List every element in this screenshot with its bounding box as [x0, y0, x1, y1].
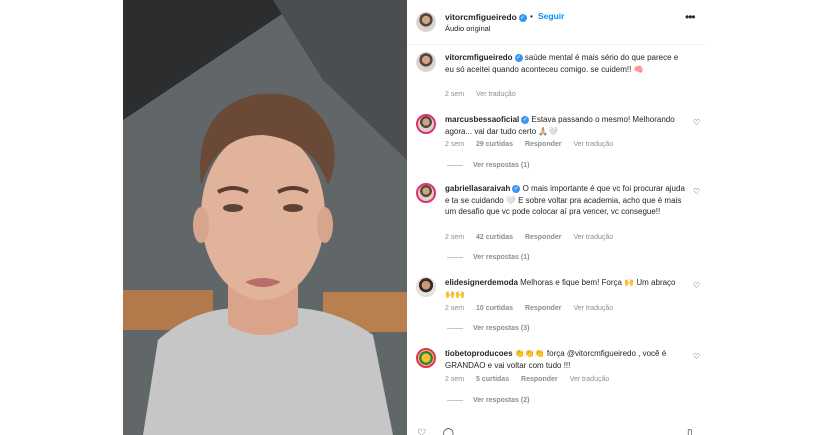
comment-meta: 2 sem 42 curtidas Responder Ver tradução	[445, 234, 623, 241]
comment-text: gabriellasaraivah ✓ O mais importante é q…	[445, 183, 685, 218]
comment-meta: 2 sem 29 curtidas Responder Ver tradução	[445, 141, 623, 148]
comment-translate[interactable]: Ver tradução	[573, 234, 613, 241]
comment-avatar[interactable]	[416, 348, 436, 368]
comment-username[interactable]: elidesignerdemoda	[445, 278, 518, 287]
comment-time[interactable]: 2 sem	[445, 141, 464, 148]
caption-meta: 2 sem Ver tradução	[445, 91, 526, 98]
view-replies-button[interactable]: Ver respostas (1)	[447, 162, 529, 169]
follow-button[interactable]: Seguir	[538, 11, 564, 21]
post-header: vitorcmfigueiredo ✓ • Seguir Áudio origin…	[407, 0, 705, 45]
reel-video[interactable]	[123, 0, 407, 435]
like-comment-heart-icon[interactable]: ♡	[693, 352, 700, 361]
view-replies-button[interactable]: Ver respostas (2)	[447, 397, 529, 404]
replies-line	[447, 164, 463, 166]
comment-translate[interactable]: Ver tradução	[573, 141, 613, 148]
caption-time[interactable]: 2 sem	[445, 91, 464, 98]
post-actions: ♡ ◯ ▯	[417, 428, 693, 435]
heart-icon[interactable]: ♡	[417, 428, 426, 435]
comment-text: elidesignerdemoda Melhoras e fique bem! …	[445, 277, 685, 300]
comment-username[interactable]: marcusbessaoficial	[445, 115, 519, 124]
comment-time[interactable]: 2 sem	[445, 305, 464, 312]
video-frame-image	[123, 0, 407, 435]
comment-avatar[interactable]	[416, 277, 436, 297]
comment-avatar[interactable]	[416, 183, 436, 203]
replies-line	[447, 256, 463, 258]
author-username[interactable]: vitorcmfigueiredo ✓	[445, 12, 527, 22]
caption-username[interactable]: vitorcmfigueiredo	[445, 53, 513, 62]
like-comment-heart-icon[interactable]: ♡	[693, 281, 700, 290]
more-options-icon[interactable]: •••	[685, 10, 696, 24]
audio-label[interactable]: Áudio original	[445, 24, 490, 33]
reply-button[interactable]: Responder	[525, 305, 562, 312]
comment-likes[interactable]: 42 curtidas	[476, 234, 513, 241]
comment-time[interactable]: 2 sem	[445, 376, 464, 383]
separator-dot: •	[530, 11, 533, 21]
comment-meta: 2 sem 5 curtidas Responder Ver tradução	[445, 376, 619, 383]
comment-username[interactable]: tiobetoproducoes	[445, 349, 513, 358]
author-avatar[interactable]	[416, 12, 436, 32]
reply-button[interactable]: Responder	[525, 141, 562, 148]
comment-likes[interactable]: 10 curtidas	[476, 305, 513, 312]
comment-meta: 2 sem 10 curtidas Responder Ver tradução	[445, 305, 623, 312]
comment-text: tiobetoproducoes 👏👏👏 força @vitorcmfigue…	[445, 348, 685, 371]
comments-panel: vitorcmfigueiredo ✓ • Seguir Áudio origin…	[407, 0, 705, 435]
comment-avatar[interactable]	[416, 114, 436, 134]
comment-translate[interactable]: Ver tradução	[570, 376, 610, 383]
comment-translate[interactable]: Ver tradução	[573, 305, 613, 312]
like-comment-heart-icon[interactable]: ♡	[693, 118, 700, 127]
replies-line	[447, 399, 463, 401]
reply-button[interactable]: Responder	[525, 234, 562, 241]
view-replies-label[interactable]: Ver respostas (3)	[473, 325, 529, 332]
caption-avatar[interactable]	[416, 52, 436, 72]
comment-text: marcusbessaoficial ✓ Estava passando o me…	[445, 114, 685, 137]
author-username-text[interactable]: vitorcmfigueiredo	[445, 12, 517, 22]
view-replies-label[interactable]: Ver respostas (1)	[473, 254, 529, 261]
comment-time[interactable]: 2 sem	[445, 234, 464, 241]
caption-translate[interactable]: Ver tradução	[476, 91, 516, 98]
replies-line	[447, 327, 463, 329]
view-replies-label[interactable]: Ver respostas (1)	[473, 162, 529, 169]
verified-icon: ✓	[514, 53, 523, 62]
view-replies-label[interactable]: Ver respostas (2)	[473, 397, 529, 404]
view-replies-button[interactable]: Ver respostas (1)	[447, 254, 529, 261]
comment-username[interactable]: gabriellasaraivah	[445, 184, 510, 193]
view-replies-button[interactable]: Ver respostas (3)	[447, 325, 529, 332]
verified-icon: ✓	[518, 13, 527, 22]
caption-text: vitorcmfigueiredo ✓ saúde mental é mais s…	[445, 52, 685, 75]
reply-button[interactable]: Responder	[521, 376, 558, 383]
bookmark-icon[interactable]: ▯	[687, 428, 693, 435]
comment-likes[interactable]: 5 curtidas	[476, 376, 509, 383]
comment-icon[interactable]: ◯	[443, 428, 454, 435]
like-comment-heart-icon[interactable]: ♡	[693, 187, 700, 196]
comment-likes[interactable]: 29 curtidas	[476, 141, 513, 148]
